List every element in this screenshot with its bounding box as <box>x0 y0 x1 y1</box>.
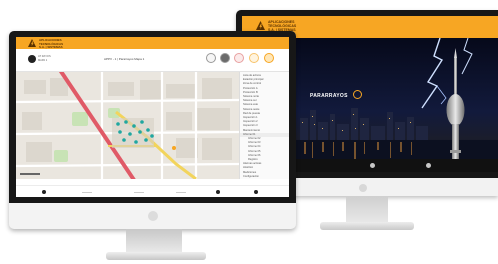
alert-icon[interactable] <box>234 53 244 63</box>
footer-circle-icon[interactable] <box>216 190 220 194</box>
street-map <box>16 72 239 179</box>
user-avatar-icon[interactable] <box>28 55 36 63</box>
front-monitor-base <box>106 252 206 260</box>
lightning-logo-icon <box>256 21 265 30</box>
front-header-bar: APLICACIONES TECNOLÓGICAS S.A. | SISTEMA… <box>16 37 289 49</box>
footer-divider <box>82 192 92 193</box>
front-footer-bar <box>16 185 289 197</box>
front-monitor-screen: APLICACIONES TECNOLÓGICAS S.A. | SISTEMA… <box>16 37 289 197</box>
hero-circle-icon <box>353 90 362 99</box>
footer-circle-icon[interactable] <box>426 163 431 168</box>
back-monitor-base <box>320 222 414 230</box>
apple-logo-icon <box>148 211 158 221</box>
asset-sidebar: Lista de activos Estación principal Zona d… <box>239 72 289 179</box>
hero-title: PARARRAYOS <box>310 93 348 99</box>
layers-icon[interactable] <box>220 53 230 63</box>
brand-name: APLICACIONES TECNOLÓGICAS S.A. | SISTEMA… <box>39 38 64 49</box>
lightning-logo-icon <box>28 39 36 47</box>
map-view[interactable] <box>16 72 239 179</box>
page-title: APPV - 1 | Pararrayos Mapa 1 <box>104 57 145 61</box>
footer-circle-icon[interactable] <box>42 190 46 194</box>
footer-divider <box>176 192 186 193</box>
sidebar-item[interactable]: Configuración <box>243 175 259 179</box>
map-toolbar: AT RAYOS MAPA 1 APPV - 1 | Pararrayos Ma… <box>16 49 289 72</box>
pin-icon[interactable] <box>206 53 216 63</box>
apple-logo-icon <box>359 184 367 192</box>
footer-divider <box>134 192 144 193</box>
back-monitor-stand <box>346 196 388 224</box>
footer-circle-icon[interactable] <box>370 163 375 168</box>
toolbar-left-label: AT RAYOS <box>38 55 51 58</box>
toolbar-left-sublabel: MAPA 1 <box>38 59 48 62</box>
filter-icon[interactable] <box>249 53 259 63</box>
front-monitor: APLICACIONES TECNOLÓGICAS S.A. | SISTEMA… <box>9 31 296 229</box>
settings-icon[interactable] <box>264 53 274 63</box>
front-monitor-stand <box>126 229 182 254</box>
footer-circle-icon[interactable] <box>254 190 258 194</box>
